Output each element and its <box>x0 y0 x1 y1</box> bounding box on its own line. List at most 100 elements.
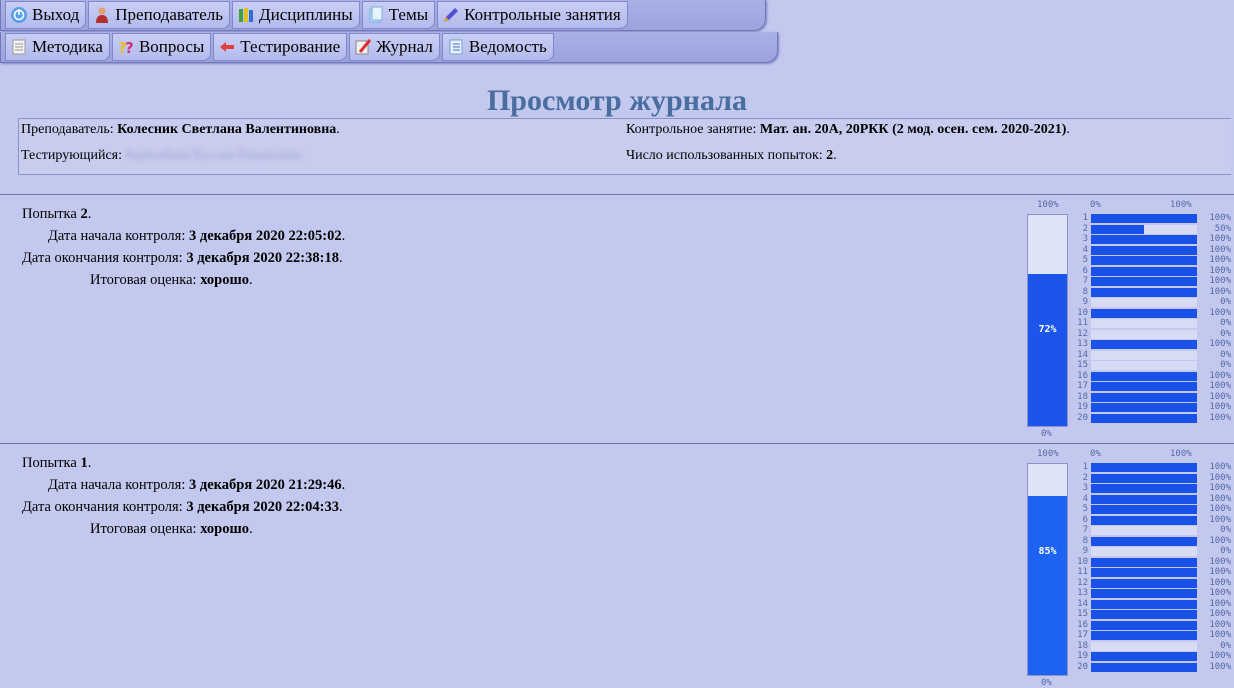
question-number: 10 <box>1077 307 1088 318</box>
question-percent: 100% <box>1209 381 1231 391</box>
question-number: 19 <box>1077 402 1088 412</box>
question-percent: 100% <box>1209 412 1231 423</box>
power-icon <box>10 6 28 24</box>
question-number: 2 <box>1082 223 1088 234</box>
question-number: 11 <box>1077 567 1088 577</box>
question-percent: 100% <box>1209 276 1231 286</box>
question-bar <box>1091 610 1197 619</box>
questions-min-label: 0% <box>1090 449 1101 459</box>
tester-name: Картыбаев Руслан Ринатович <box>125 148 301 163</box>
nav-tab-label: Ведомость <box>468 37 547 56</box>
pen-icon <box>442 6 460 24</box>
question-number: 8 <box>1082 286 1088 297</box>
question-bar <box>1091 589 1197 598</box>
journal-icon <box>354 38 372 56</box>
nav-tab-label: Дисциплины <box>259 5 353 24</box>
question-bar <box>1091 214 1197 223</box>
attempts-label: Число использованных попыток: <box>626 148 827 163</box>
question-bar <box>1091 266 1197 276</box>
nav-tab-journal[interactable]: Журнал <box>349 33 440 61</box>
nav-tab-power[interactable]: Выход <box>5 1 87 29</box>
total-bottom-label: 0% <box>1041 429 1052 439</box>
question-bar-track <box>1091 526 1197 535</box>
question-number: 11 <box>1077 318 1088 328</box>
nav-tab-list[interactable]: Ведомость <box>441 33 554 61</box>
nav-tab-label: Выход <box>32 5 80 24</box>
nav-tab-document[interactable]: Методика <box>5 33 110 61</box>
attempt-chart: 100% 0% 72% 0% 100% 1 100% 2 50% 3 100% 4 100% 5 100% 6… <box>0 195 1234 443</box>
question-bar <box>1091 505 1197 514</box>
total-score-bar <box>1028 495 1067 675</box>
question-number: 9 <box>1082 546 1088 556</box>
question-bar-track <box>1091 350 1197 360</box>
question-percent: 100% <box>1209 483 1231 493</box>
question-bar-track <box>1091 319 1197 328</box>
teacher-label: Преподаватель: <box>21 122 118 137</box>
question-bar <box>1091 382 1197 391</box>
question-percent: 100% <box>1209 213 1231 223</box>
question-percent: 100% <box>1209 286 1231 297</box>
question-bar <box>1091 235 1197 244</box>
total-score-label: 72% <box>1038 324 1057 336</box>
question-percent: 100% <box>1209 255 1231 265</box>
question-number: 16 <box>1077 619 1088 630</box>
pages-icon <box>367 6 385 24</box>
question-bar <box>1091 473 1197 483</box>
question-icon: ?? <box>117 38 135 56</box>
question-bar-track <box>1091 547 1197 556</box>
teacher-info: Преподаватель: Колесник Светлана Валенти… <box>21 122 340 137</box>
question-percent: 100% <box>1209 514 1231 525</box>
question-bar <box>1091 371 1197 381</box>
question-bar-track <box>1091 298 1197 307</box>
attempts-info: Число использованных попыток: 2. <box>626 148 837 163</box>
question-number: 3 <box>1082 483 1088 493</box>
question-percent: 100% <box>1209 619 1231 630</box>
nav-tab-books[interactable]: Дисциплины <box>232 1 360 29</box>
nav-tab-arrow[interactable]: Тестирование <box>213 33 348 61</box>
question-number: 20 <box>1077 661 1088 672</box>
questions-min-label: 0% <box>1090 200 1101 210</box>
question-number: 13 <box>1077 588 1088 598</box>
question-bar <box>1091 515 1197 525</box>
control-info: Контрольное занятие: Мат. ан. 20А, 20РКК… <box>626 122 1070 137</box>
question-number: 13 <box>1077 339 1088 349</box>
nav-tab-label: Преподаватель <box>115 5 224 24</box>
question-percent: 0% <box>1220 546 1231 556</box>
question-percent: 0% <box>1220 328 1231 339</box>
question-number: 7 <box>1082 276 1088 286</box>
question-bar <box>1091 287 1197 297</box>
nav-tab-question[interactable]: ?? Вопросы <box>111 33 212 61</box>
question-percent: 100% <box>1209 535 1231 546</box>
question-bar <box>1091 463 1197 472</box>
question-bar <box>1091 652 1197 661</box>
attempt-chart: 100% 0% 85% 0% 100% 1 100% 2 100% 3 100% 4 100% 5 100%… <box>0 444 1234 688</box>
question-percent: 100% <box>1209 598 1231 609</box>
nav-tab-label: Тестирование <box>240 37 341 56</box>
question-number: 19 <box>1077 651 1088 661</box>
nav-tab-label: Темы <box>388 5 429 24</box>
question-bar <box>1091 568 1197 577</box>
nav-tab-label: Журнал <box>376 37 433 56</box>
nav-tab-teacher[interactable]: Преподаватель <box>88 1 231 29</box>
question-number: 7 <box>1082 525 1088 535</box>
question-percent: 100% <box>1209 609 1231 619</box>
question-percent: 0% <box>1220 318 1231 328</box>
nav-tab-pen[interactable]: Контрольные занятия <box>437 1 628 29</box>
info-panel: Преподаватель: Колесник Светлана Валенти… <box>18 118 1231 175</box>
question-number: 17 <box>1077 630 1088 640</box>
question-number: 4 <box>1082 244 1088 255</box>
question-bar-track <box>1091 641 1197 651</box>
question-percent: 0% <box>1220 525 1231 535</box>
attempt-block: Попытка 1. Дата начала контроля: 3 декаб… <box>0 444 1234 688</box>
question-percent: 100% <box>1209 661 1231 672</box>
nav-tab-pages[interactable]: Темы <box>361 1 436 29</box>
arrow-icon <box>218 38 236 56</box>
question-number: 20 <box>1077 412 1088 423</box>
question-number: 15 <box>1077 609 1088 619</box>
question-percent: 100% <box>1209 307 1231 318</box>
attempt-block: Попытка 2. Дата начала контроля: 3 декаб… <box>0 195 1234 443</box>
teacher-icon <box>93 6 111 24</box>
question-number: 14 <box>1077 598 1088 609</box>
teacher-name: Колесник Светлана Валентиновна <box>117 122 337 137</box>
question-percent: 100% <box>1209 391 1231 402</box>
